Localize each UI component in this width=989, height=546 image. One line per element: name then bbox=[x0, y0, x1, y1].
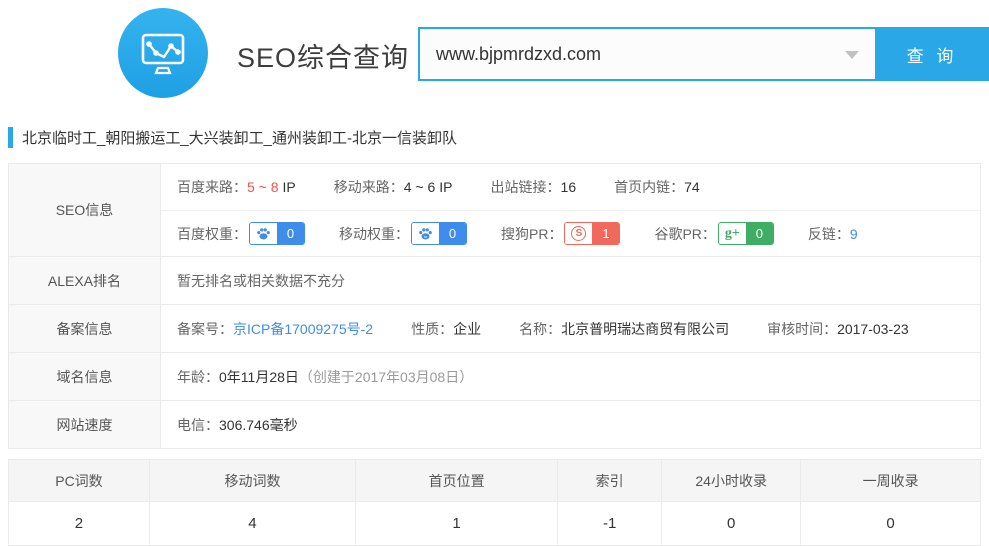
mobile-traffic: 移动来路：4 ~ 6IP bbox=[334, 177, 453, 197]
seo-info-table: SEO信息 百度来路：5 ~ 8IP 移动来路：4 ~ 6IP 出站链接：16 … bbox=[8, 163, 981, 449]
baidu-mobile-paw-icon: m bbox=[412, 223, 439, 244]
value-pc-words: 2 bbox=[9, 502, 150, 546]
icp-review-date: 审核时间：2017-03-23 bbox=[767, 319, 909, 339]
col-home-position: 首页位置 bbox=[356, 460, 558, 502]
row-seo-info: SEO信息 百度来路：5 ~ 8IP 移动来路：4 ~ 6IP 出站链接：16 … bbox=[9, 164, 980, 257]
seo-tool-logo bbox=[118, 8, 208, 98]
site-title: 北京临时工_朝阳搬运工_大兴装卸工_通州装卸工-北京一信装卸队 bbox=[22, 127, 457, 148]
seo-weight-line: 百度权重： 0 移动权重： m 0 bbox=[161, 210, 980, 256]
chevron-down-icon[interactable] bbox=[845, 51, 859, 59]
site-speed: 电信：306.746毫秒 bbox=[177, 415, 298, 435]
sogou-pr: 搜狗PR： S 1 bbox=[501, 222, 620, 245]
search-bar: 查 询 bbox=[418, 27, 989, 81]
row-domain: 域名信息 年龄：0年11月28日（创建于2017年03月08日） bbox=[9, 353, 980, 401]
baidu-traffic: 百度来路：5 ~ 8IP bbox=[177, 177, 296, 197]
domain-age: 年龄：0年11月28日（创建于2017年03月08日） bbox=[177, 367, 473, 387]
row-icp: 备案信息 备案号：京ICP备17009275号-2 性质：企业 名称：北京普明瑞… bbox=[9, 305, 980, 353]
homepage-inner-links: 首页内链：74 bbox=[614, 177, 700, 197]
outbound-links: 出站链接：16 bbox=[491, 177, 577, 197]
sogou-icon: S bbox=[571, 226, 586, 241]
google-pr: 谷歌PR： g+ 0 bbox=[654, 222, 773, 245]
value-mobile-words: 4 bbox=[149, 502, 355, 546]
value-week-included: 0 bbox=[801, 502, 981, 546]
icp-number: 备案号：京ICP备17009275号-2 bbox=[177, 319, 373, 339]
col-24h-included: 24小时收录 bbox=[662, 460, 801, 502]
header: SEO综合查询 查 询 bbox=[0, 0, 989, 110]
baidu-weight: 百度权重： 0 bbox=[177, 222, 305, 245]
mobile-weight-badge[interactable]: m 0 bbox=[411, 222, 467, 245]
row-alexa: ALEXA排名 暂无排名或相关数据不充分 bbox=[9, 257, 980, 305]
baidu-paw-icon bbox=[250, 223, 277, 244]
row-label-seo: SEO信息 bbox=[9, 164, 161, 256]
value-24h-included: 0 bbox=[662, 502, 801, 546]
row-label-speed: 网站速度 bbox=[9, 401, 161, 448]
row-label-domain: 域名信息 bbox=[9, 353, 161, 400]
google-pr-badge[interactable]: g+ 0 bbox=[718, 222, 774, 245]
site-title-row: 北京临时工_朝阳搬运工_大兴装卸工_通州装卸工-北京一信装卸队 bbox=[8, 124, 981, 150]
row-speed: 网站速度 电信：306.746毫秒 bbox=[9, 401, 980, 448]
line-chart-monitor-icon bbox=[136, 26, 190, 80]
col-mobile-words: 移动词数 bbox=[149, 460, 355, 502]
row-label-alexa: ALEXA排名 bbox=[9, 257, 161, 304]
value-index: -1 bbox=[558, 502, 662, 546]
mobile-weight: 移动权重： m 0 bbox=[339, 222, 467, 245]
page-title: SEO综合查询 bbox=[237, 0, 409, 110]
title-marker bbox=[8, 127, 13, 148]
value-home-position: 1 bbox=[356, 502, 558, 546]
col-pc-words: PC词数 bbox=[9, 460, 150, 502]
seo-traffic-line: 百度来路：5 ~ 8IP 移动来路：4 ~ 6IP 出站链接：16 首页内链：7… bbox=[161, 164, 980, 210]
sogou-pr-badge[interactable]: S 1 bbox=[564, 222, 620, 245]
backlinks: 反链：9 bbox=[808, 224, 858, 244]
domain-search-input[interactable] bbox=[418, 27, 875, 81]
baidu-weight-badge[interactable]: 0 bbox=[249, 222, 305, 245]
backlinks-count-link[interactable]: 9 bbox=[850, 226, 858, 242]
keyword-table-value-row: 2 4 1 -1 0 0 bbox=[9, 502, 981, 546]
domain-created-date: （创建于2017年03月08日） bbox=[299, 369, 473, 385]
icp-number-link[interactable]: 京ICP备17009275号-2 bbox=[233, 321, 373, 337]
keyword-table-header-row: PC词数 移动词数 首页位置 索引 24小时收录 一周收录 bbox=[9, 460, 981, 502]
icp-company-name: 名称：北京普明瑞达商贸有限公司 bbox=[519, 319, 729, 339]
row-label-icp: 备案信息 bbox=[9, 305, 161, 352]
keyword-stats-table: PC词数 移动词数 首页位置 索引 24小时收录 一周收录 2 4 1 -1 0… bbox=[8, 459, 981, 546]
alexa-status-text: 暂无排名或相关数据不充分 bbox=[177, 271, 345, 291]
googleplus-icon: g+ bbox=[725, 226, 740, 242]
query-button[interactable]: 查 询 bbox=[875, 27, 989, 81]
icp-nature: 性质：企业 bbox=[411, 319, 481, 339]
col-index: 索引 bbox=[558, 460, 662, 502]
col-week-included: 一周收录 bbox=[801, 460, 981, 502]
